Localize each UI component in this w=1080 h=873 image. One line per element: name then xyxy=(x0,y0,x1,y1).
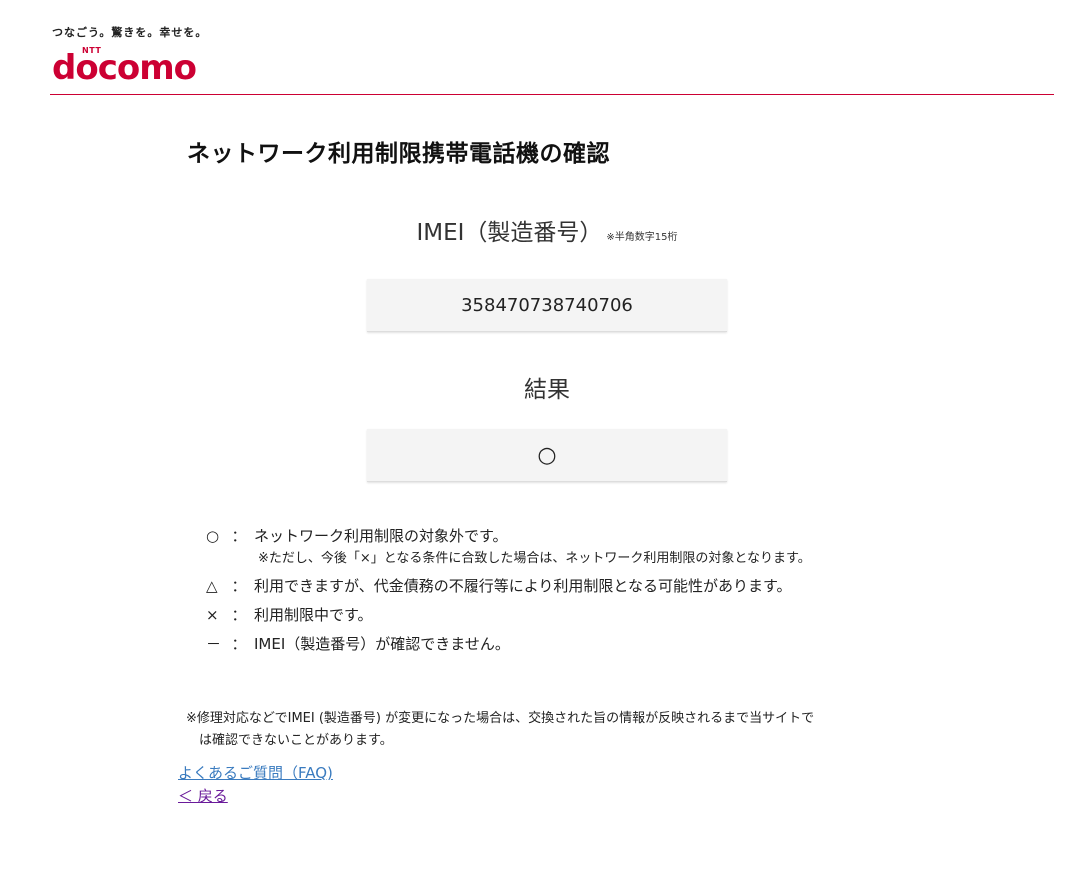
legend-colon: ： xyxy=(231,577,247,595)
header: つなごう。驚きを。幸せを。 NTT docomo xyxy=(52,26,212,88)
imei-label: IMEI（製造番号） ※半角数字15桁 xyxy=(367,213,727,247)
back-link[interactable]: ＜ 戻る xyxy=(178,785,333,808)
legend-text: ネットワーク利用制限の対象外です。 xyxy=(254,527,508,545)
legend-colon: ： xyxy=(231,527,247,545)
legend-symbol: ○ xyxy=(206,527,220,545)
legend-text: 利用制限中です。 xyxy=(254,606,373,624)
imei-format-note: ※半角数字15桁 xyxy=(606,232,678,243)
legend-item-restricted: × ： 利用制限中です。 xyxy=(206,603,811,632)
imei-label-text: IMEI（製造番号） xyxy=(416,220,603,246)
legend-item-warning: △ ： 利用できますが、代金債務の不履行等により利用制限となる可能性があります。 xyxy=(206,574,811,603)
header-divider xyxy=(50,94,1054,95)
docomo-logo[interactable]: NTT docomo xyxy=(52,42,212,88)
footer-links: よくあるご質問（FAQ) ＜ 戻る xyxy=(178,762,333,808)
result-label: 結果 xyxy=(524,377,570,403)
brand-tagline: つなごう。驚きを。幸せを。 xyxy=(52,26,208,39)
legend-colon: ： xyxy=(231,606,247,624)
imei-value: 358470738740706 xyxy=(461,294,633,316)
page-title: ネットワーク利用制限携帯電話機の確認 xyxy=(187,141,610,167)
footnote-line-1: ※修理対応などでIMEI (製造番号) が変更になった場合は、交換された旨の情報… xyxy=(186,711,815,726)
legend-symbol: × xyxy=(206,606,219,624)
logo-text: docomo xyxy=(52,48,197,88)
result-value: ○ xyxy=(537,442,557,468)
legend-sub-note: ※ただし、今後「×」となる条件に合致した場合は、ネットワーク利用制限の対象となり… xyxy=(258,551,811,566)
result-value-box: ○ xyxy=(367,429,727,482)
legend-text: 利用できますが、代金債務の不履行等により利用制限となる可能性があります。 xyxy=(254,577,792,595)
legend-symbol: － xyxy=(206,635,222,653)
faq-link[interactable]: よくあるご質問（FAQ) xyxy=(178,762,333,785)
legend-symbol: △ xyxy=(206,577,218,595)
imei-value-box: 358470738740706 xyxy=(367,279,727,332)
result-legend: ○ ： ネットワーク利用制限の対象外です。 ※ただし、今後「×」となる条件に合致… xyxy=(206,524,811,661)
legend-colon: ： xyxy=(231,635,247,653)
repair-footnote: ※修理対応などでIMEI (製造番号) が変更になった場合は、交換された旨の情報… xyxy=(186,708,916,752)
page: つなごう。驚きを。幸せを。 NTT docomo ネットワーク利用制限携帯電話機… xyxy=(0,0,1080,873)
legend-item-unknown: － ： IMEI（製造番号）が確認できません。 xyxy=(206,632,811,661)
legend-text: IMEI（製造番号）が確認できません。 xyxy=(254,635,510,653)
footnote-line-2: は確認できないことがあります。 xyxy=(199,733,393,748)
